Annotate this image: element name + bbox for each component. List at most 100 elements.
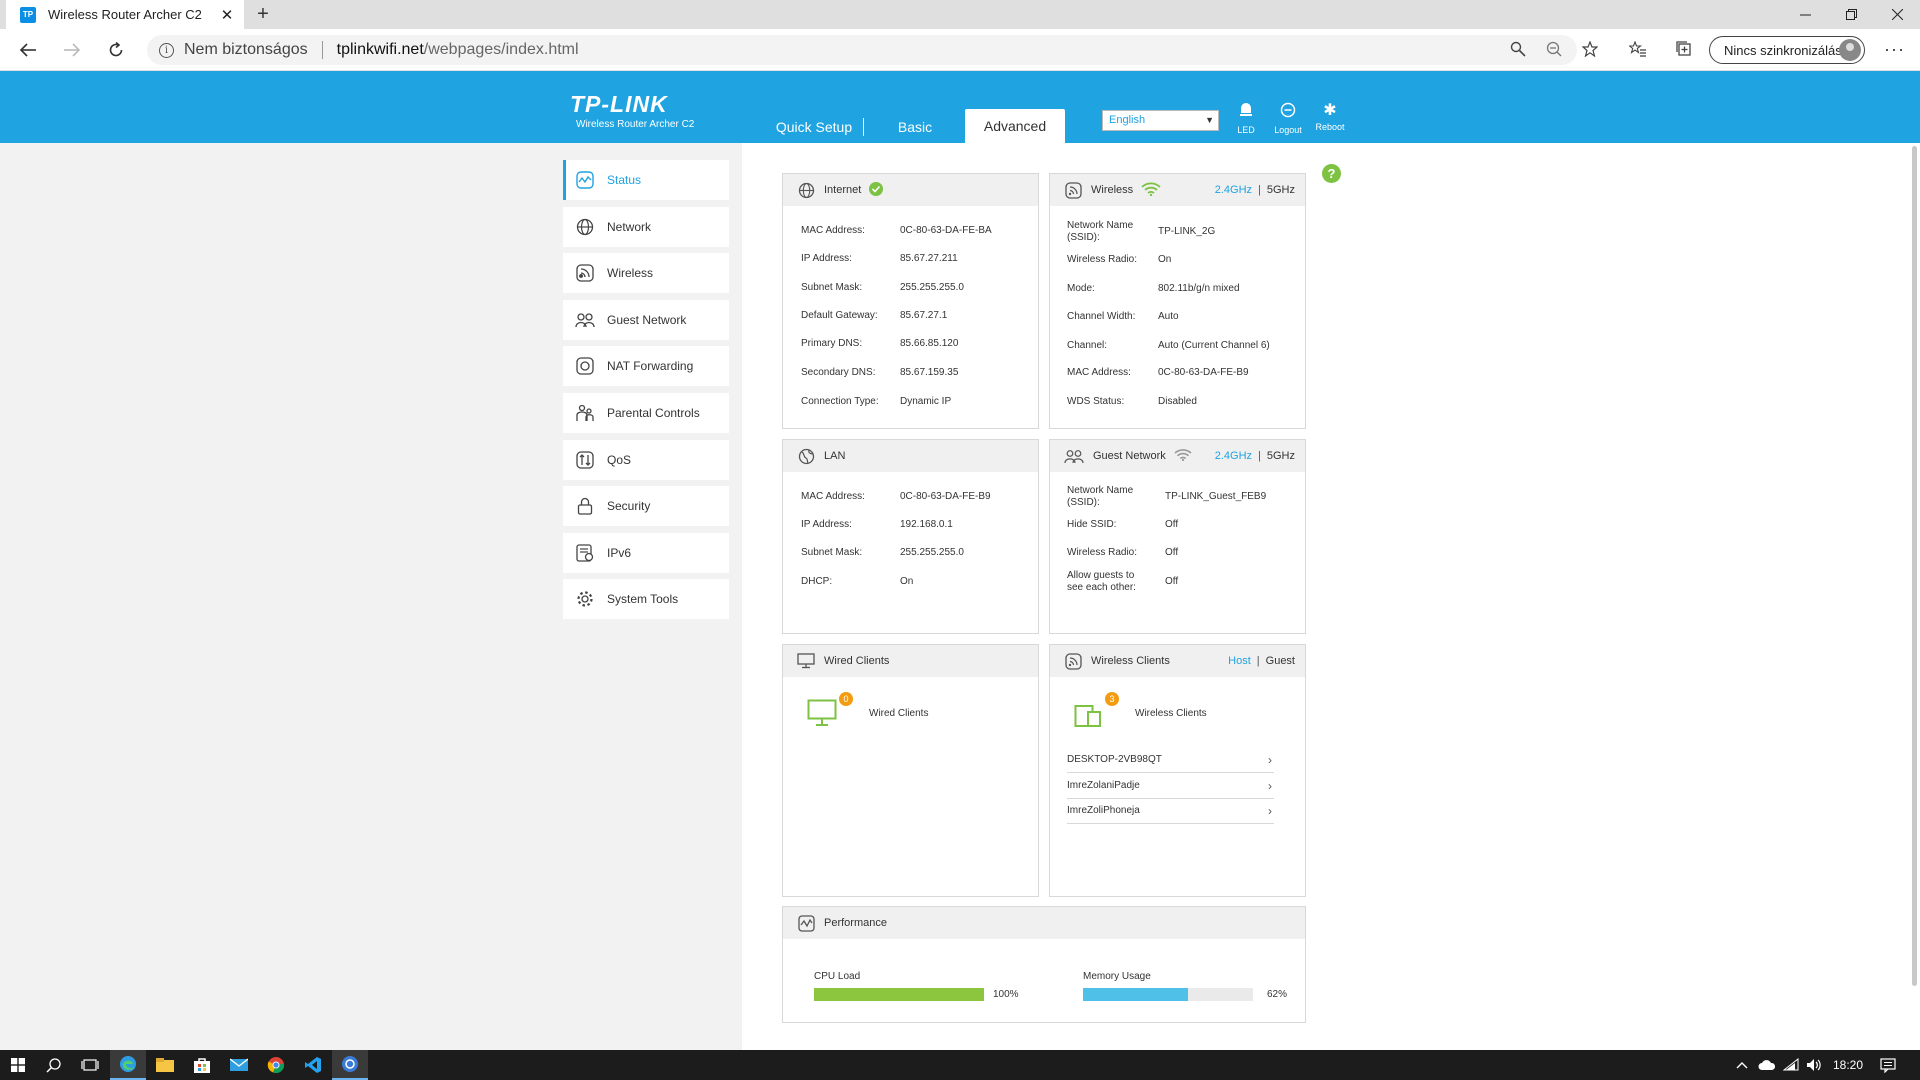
cpu-load-label: CPU Load bbox=[814, 971, 861, 982]
back-button[interactable] bbox=[14, 37, 42, 63]
client-type-switch: Host | Guest bbox=[1228, 655, 1295, 667]
band-5ghz-link[interactable]: 5GHz bbox=[1267, 450, 1295, 462]
close-window-icon[interactable] bbox=[1874, 0, 1920, 29]
file-explorer-icon[interactable] bbox=[147, 1050, 183, 1080]
chrome-icon[interactable] bbox=[258, 1050, 294, 1080]
task-view-icon[interactable] bbox=[72, 1050, 108, 1080]
not-secure-label[interactable]: Nem biztonságos bbox=[184, 41, 308, 59]
url-divider bbox=[321, 41, 323, 59]
guest-link[interactable]: Guest bbox=[1266, 655, 1295, 667]
tab-title: Wireless Router Archer C2 bbox=[48, 7, 202, 22]
info-icon[interactable]: i bbox=[159, 42, 174, 58]
monitor-icon bbox=[797, 652, 815, 670]
notifications-icon[interactable] bbox=[1880, 1050, 1896, 1080]
wired-monitor-icon[interactable] bbox=[807, 699, 837, 732]
sidebar-item-status[interactable]: Status bbox=[563, 160, 729, 200]
browser-menu-button[interactable]: ··· bbox=[1884, 39, 1905, 60]
parental-icon bbox=[575, 403, 595, 423]
onedrive-icon[interactable] bbox=[1758, 1050, 1776, 1080]
sidebar-item-label: Network bbox=[607, 220, 652, 234]
forward-button[interactable] bbox=[58, 37, 86, 63]
lan-panel-header: LAN bbox=[783, 440, 1038, 472]
wireless-panel-header: Wireless 2.4GHz | 5GHz bbox=[1050, 174, 1305, 206]
host-link[interactable]: Host bbox=[1228, 655, 1251, 667]
app-icon[interactable] bbox=[332, 1050, 368, 1080]
nat-icon bbox=[575, 356, 595, 376]
panel-title: Guest Network bbox=[1093, 450, 1166, 462]
clock-time[interactable]: 18:20 bbox=[1833, 1050, 1863, 1080]
volume-icon[interactable] bbox=[1806, 1050, 1822, 1080]
logout-button[interactable]: Logout bbox=[1268, 102, 1308, 135]
favorites-list-icon[interactable] bbox=[1627, 40, 1649, 62]
sync-button[interactable]: Nincs szinkronizálás bbox=[1709, 36, 1865, 64]
led-label: LED bbox=[1237, 125, 1255, 135]
sidebar-item-ipv6[interactable]: IPv6 bbox=[563, 533, 729, 573]
logout-icon bbox=[1268, 102, 1308, 123]
panel-title: Wireless bbox=[1091, 184, 1134, 196]
panel-title: Internet bbox=[824, 184, 862, 196]
wireless-icon bbox=[1064, 652, 1082, 670]
restore-icon[interactable] bbox=[1828, 0, 1874, 29]
browser-tab[interactable]: TP Wireless Router Archer C2 ✕ bbox=[6, 0, 244, 29]
client-type-divider: | bbox=[1256, 655, 1260, 667]
client-name: ImreZolaniPadje bbox=[1067, 780, 1140, 791]
url-path: /webpages/index.html bbox=[423, 41, 579, 58]
panel-title: Wired Clients bbox=[824, 655, 890, 667]
taskbar-search-icon[interactable] bbox=[36, 1050, 72, 1080]
sidebar-item-nat-forwarding[interactable]: NAT Forwarding bbox=[563, 346, 729, 386]
sidebar-item-system-tools[interactable]: System Tools bbox=[563, 579, 729, 619]
brand: TP-LINK Wireless Router Archer C2 bbox=[570, 91, 694, 130]
edge-browser-icon[interactable] bbox=[110, 1050, 146, 1080]
start-button[interactable] bbox=[0, 1050, 36, 1080]
sidebar-item-qos[interactable]: QoS bbox=[563, 440, 729, 480]
close-tab-icon[interactable]: ✕ bbox=[218, 6, 236, 24]
chevron-right-icon: › bbox=[1268, 753, 1272, 767]
tab-advanced[interactable]: Advanced bbox=[965, 109, 1065, 143]
guest-icon bbox=[1064, 447, 1084, 465]
memory-usage-label: Memory Usage bbox=[1083, 971, 1151, 982]
refresh-button[interactable] bbox=[102, 37, 130, 63]
gear-icon bbox=[575, 589, 595, 609]
language-select[interactable]: English ▼ bbox=[1102, 110, 1219, 131]
wireless-clients-label: Wireless Clients bbox=[1135, 708, 1207, 719]
client-name: ImreZoliPhoneja bbox=[1067, 805, 1140, 816]
sidebar-item-network[interactable]: Network bbox=[563, 207, 729, 247]
search-icon[interactable] bbox=[1507, 41, 1529, 62]
sidebar-item-guest-network[interactable]: Guest Network bbox=[563, 300, 729, 340]
sidebar-item-label: IPv6 bbox=[607, 546, 632, 560]
network-wifi-icon[interactable] bbox=[1783, 1050, 1799, 1080]
client-row[interactable]: ImreZolaniPadje › bbox=[1067, 773, 1274, 799]
band-5ghz-link[interactable]: 5GHz bbox=[1267, 184, 1295, 196]
led-button[interactable]: LED bbox=[1226, 102, 1266, 135]
client-row[interactable]: DESKTOP-2VB98QT › bbox=[1067, 747, 1274, 773]
collections-icon[interactable] bbox=[1673, 41, 1695, 62]
sidebar-item-security[interactable]: Security bbox=[563, 486, 729, 526]
reboot-button[interactable]: ✱ Reboot bbox=[1310, 102, 1350, 132]
help-button[interactable]: ? bbox=[1322, 164, 1341, 183]
band-24ghz-link[interactable]: 2.4GHz bbox=[1215, 450, 1252, 462]
internet-panel-header: Internet bbox=[783, 174, 1038, 206]
wireless-clients-header: Wireless Clients Host | Guest bbox=[1050, 645, 1305, 677]
band-switch: 2.4GHz | 5GHz bbox=[1215, 450, 1295, 462]
minimize-icon[interactable] bbox=[1782, 0, 1828, 29]
tab-basic[interactable]: Basic bbox=[884, 117, 946, 143]
vscode-icon[interactable] bbox=[295, 1050, 331, 1080]
show-hidden-icons-icon[interactable] bbox=[1736, 1050, 1748, 1080]
store-icon[interactable] bbox=[184, 1050, 220, 1080]
sidebar-item-label: Wireless bbox=[607, 266, 654, 280]
wireless-devices-icon[interactable] bbox=[1074, 700, 1104, 733]
lan-globe-icon bbox=[797, 447, 815, 465]
page-scrollbar[interactable] bbox=[1912, 146, 1917, 986]
new-tab-button[interactable]: + bbox=[252, 3, 274, 26]
sidebar-item-wireless[interactable]: Wireless bbox=[563, 253, 729, 293]
sidebar-item-parental-controls[interactable]: Parental Controls bbox=[563, 393, 729, 433]
cpu-load-bar bbox=[814, 988, 984, 1001]
url-field[interactable]: i Nem biztonságos tplinkwifi.net /webpag… bbox=[147, 35, 1577, 65]
memory-usage-bar bbox=[1083, 988, 1253, 1001]
zoom-out-icon[interactable] bbox=[1543, 41, 1565, 62]
mail-icon[interactable] bbox=[221, 1050, 257, 1080]
band-24ghz-link[interactable]: 2.4GHz bbox=[1215, 184, 1252, 196]
client-row[interactable]: ImreZoliPhoneja › bbox=[1067, 798, 1274, 824]
favorite-star-icon[interactable] bbox=[1579, 40, 1601, 62]
tab-quick-setup[interactable]: Quick Setup bbox=[773, 117, 855, 143]
